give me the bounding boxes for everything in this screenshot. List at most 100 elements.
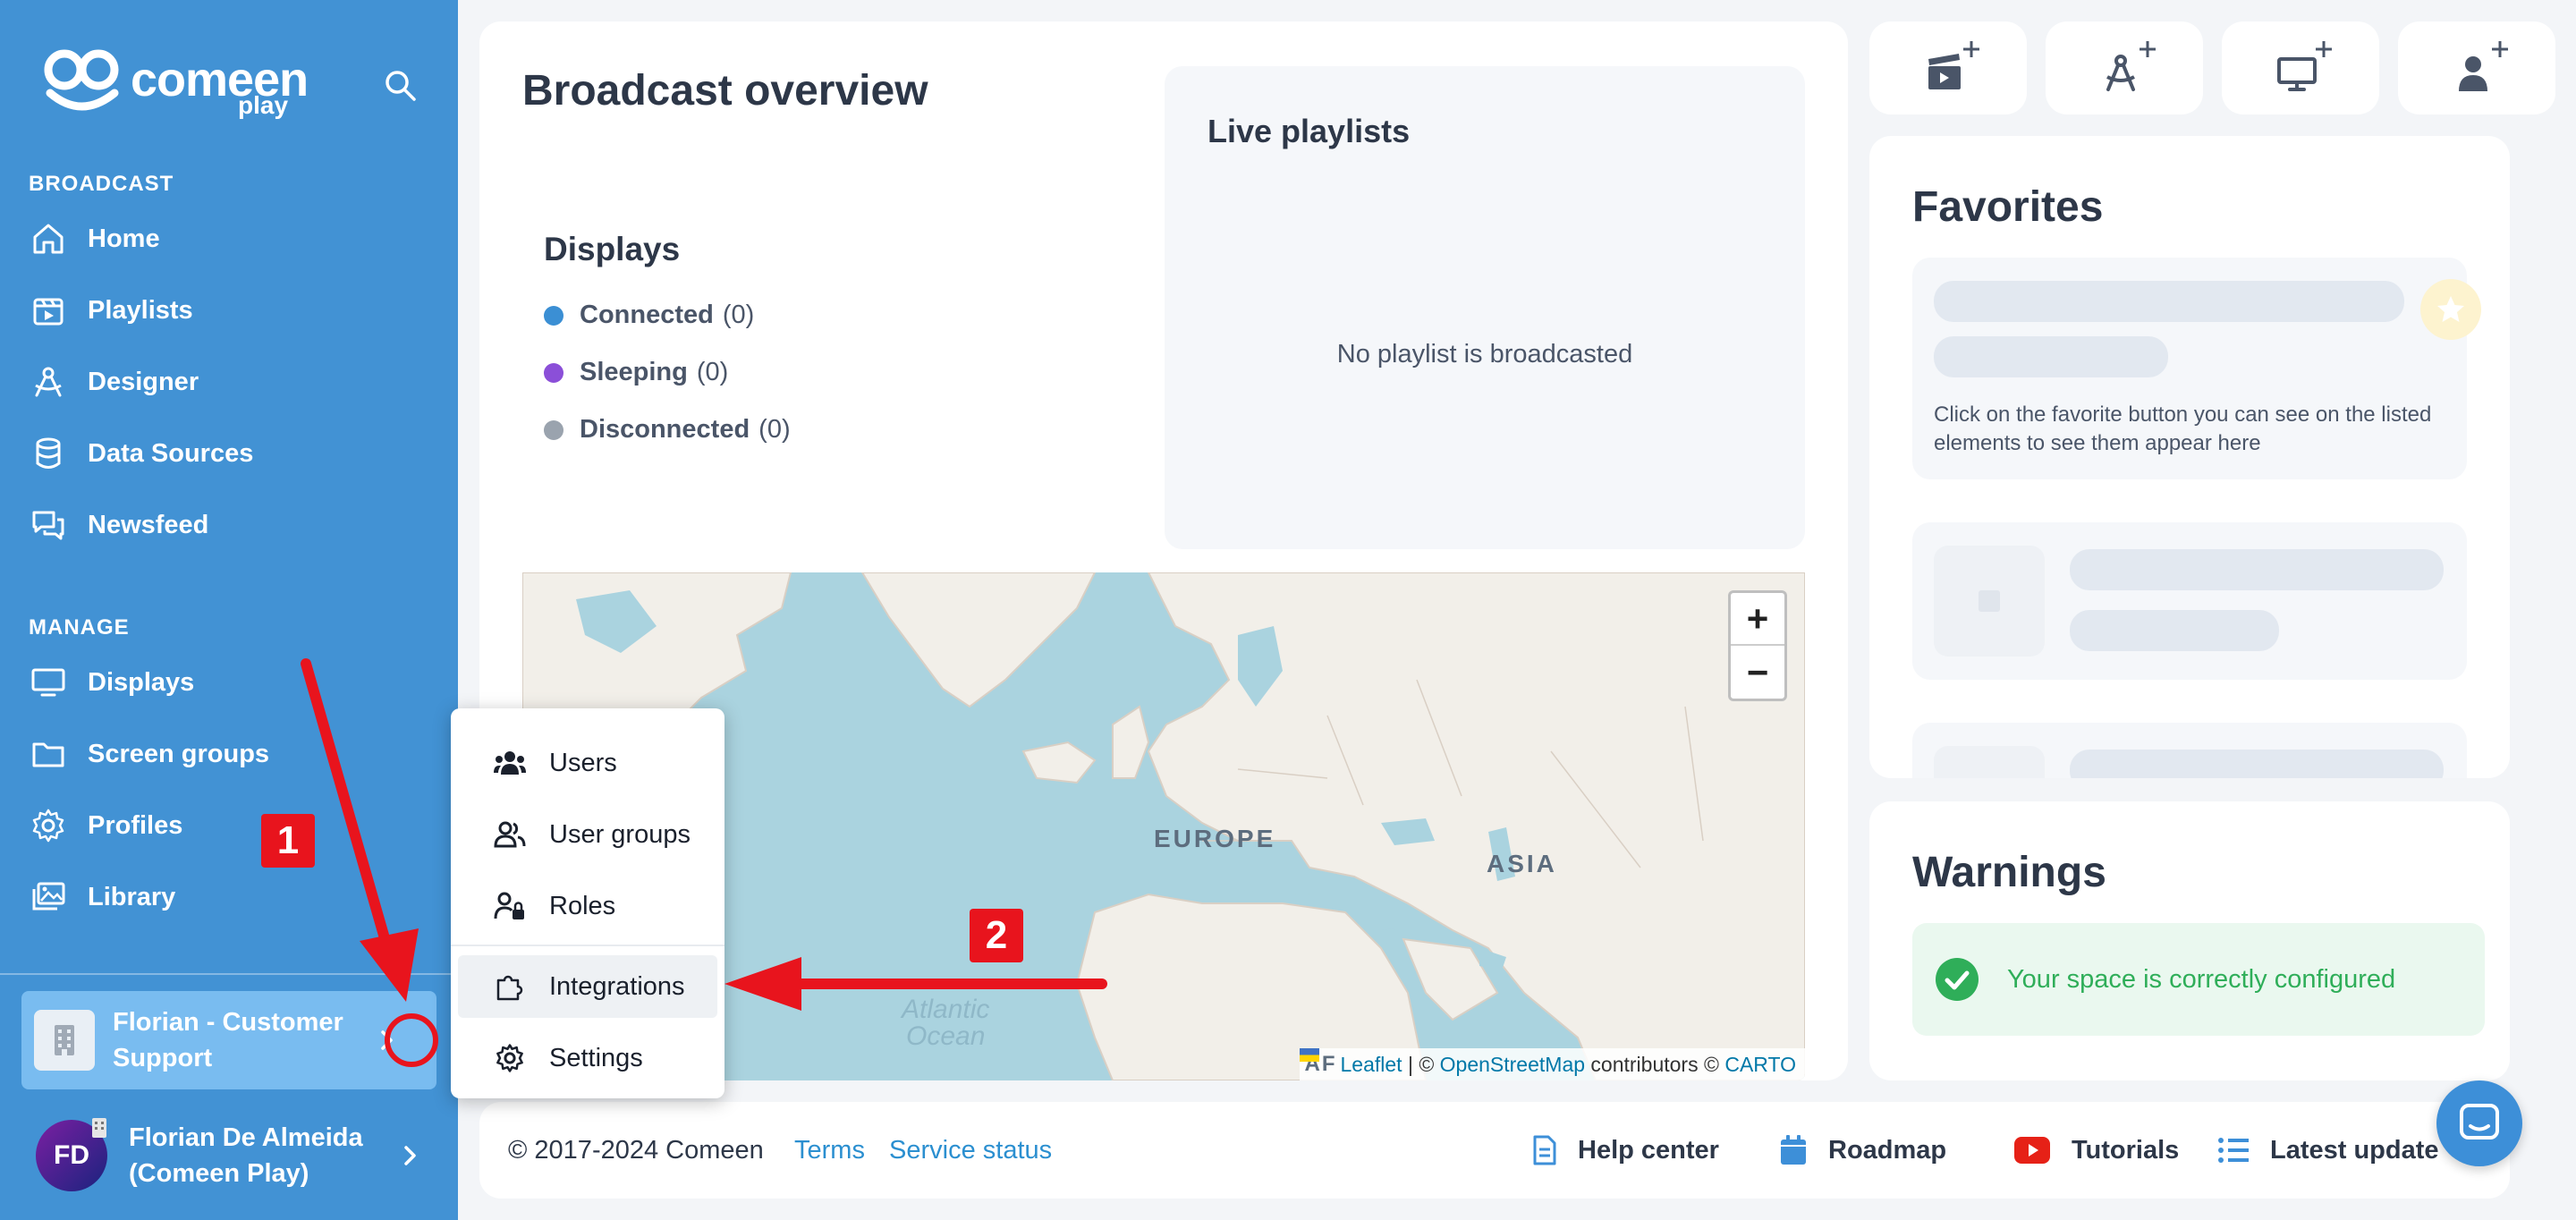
menu-item-users[interactable]: Users (458, 732, 717, 794)
document-icon (1533, 1135, 1556, 1165)
displays-title: Displays (544, 231, 681, 267)
skeleton-thumbnail (1934, 746, 2045, 778)
attribution-separator: | © (1402, 1052, 1440, 1076)
space-name: Florian - Customer Support (113, 1008, 343, 1072)
ukraine-flag-icon (1299, 1048, 1319, 1062)
menu-item-label: Settings (549, 1043, 643, 1072)
building-icon (34, 1010, 95, 1071)
help-center-link[interactable]: Help center (1533, 1127, 1719, 1173)
status-sleeping: Sleeping (0) (544, 358, 728, 387)
connected-dot-icon (544, 305, 564, 326)
user-name-line1: Florian De Almeida (129, 1123, 363, 1152)
sidebar-item-designer[interactable]: Designer (0, 351, 458, 413)
sidebar-item-playlists[interactable]: Playlists (0, 279, 458, 342)
configuration-ok-text: Your space is correctly configured (2007, 964, 2396, 994)
service-status-link[interactable]: Service status (889, 1136, 1052, 1165)
comeen-play-logo[interactable]: comeen play (43, 45, 309, 123)
chat-icon (2460, 1104, 2499, 1140)
skeleton-line (2070, 750, 2444, 778)
compass-plus-icon (2106, 41, 2156, 91)
copyright-text: © 2017-2024 Comeen (508, 1136, 764, 1165)
zoom-out-button[interactable]: − (1731, 646, 1784, 699)
roadmap-label: Roadmap (1828, 1135, 1947, 1165)
newsfeed-icon (29, 505, 68, 545)
user-menu[interactable]: FD Florian De Almeida (Comeen Play) (0, 1106, 458, 1206)
sidebar-item-label: Playlists (88, 295, 193, 325)
openstreetmap-link[interactable]: OpenStreetMap (1440, 1053, 1585, 1077)
status-label: Connected (580, 301, 714, 329)
menu-item-user-groups[interactable]: User groups (458, 803, 717, 866)
space-context-menu: Users User groups Roles Integrations Set… (451, 708, 724, 1098)
home-icon (29, 219, 68, 258)
map-zoom-control: + − (1728, 590, 1787, 701)
chevron-right-icon[interactable] (370, 1024, 402, 1056)
add-design-button[interactable] (2046, 21, 2203, 114)
latest-update-link[interactable]: Latest update (2218, 1127, 2439, 1173)
add-display-button[interactable] (2222, 21, 2379, 114)
skeleton-line (2070, 549, 2444, 590)
building-badge-icon (92, 1118, 106, 1138)
page-title: Broadcast overview (522, 67, 928, 114)
warnings-title: Warnings (1912, 849, 2106, 896)
sidebar-item-screen-groups[interactable]: Screen groups (0, 723, 458, 785)
avatar-initials: FD (54, 1140, 89, 1170)
skeleton-line (1934, 336, 2168, 377)
gear-icon (29, 806, 68, 845)
add-playlist-button[interactable] (1869, 21, 2027, 114)
sidebar-item-library[interactable]: Library (0, 866, 458, 928)
sidebar-item-home[interactable]: Home (0, 208, 458, 270)
clapperboard-plus-icon (1928, 41, 1979, 89)
attribution-text: contributors © (1585, 1052, 1725, 1076)
status-disconnected: Disconnected (0) (544, 415, 791, 445)
sidebar-item-label: Screen groups (88, 739, 270, 768)
skeleton-line (2070, 610, 2279, 651)
puzzle-icon (492, 971, 528, 1002)
footer: © 2017-2024 Comeen Terms Service status … (479, 1102, 2510, 1199)
add-user-button[interactable] (2398, 21, 2555, 114)
status-label: Disconnected (580, 415, 750, 444)
ocean-label-line1: Atlantic (902, 995, 990, 1024)
sidebar-item-displays[interactable]: Displays (0, 651, 458, 714)
user-plus-icon (2459, 41, 2508, 91)
skeleton-thumbnail (1934, 546, 2045, 657)
sidebar-item-label: Profiles (88, 810, 183, 840)
chevron-right-icon[interactable] (394, 1140, 426, 1172)
roadmap-link[interactable]: Roadmap (1780, 1127, 1946, 1173)
leaflet-link[interactable]: Leaflet (1341, 1053, 1402, 1077)
sidebar-item-newsfeed[interactable]: Newsfeed (0, 494, 458, 556)
menu-item-label: Roles (549, 891, 616, 920)
zoom-in-button[interactable]: + (1731, 593, 1784, 646)
user-lock-icon (492, 892, 528, 920)
step-1-badge: 1 (261, 814, 315, 868)
live-playlists-panel: Live playlists No playlist is broadcaste… (1165, 66, 1805, 549)
tutorials-link[interactable]: Tutorials (2014, 1127, 2179, 1173)
sleeping-dot-icon (544, 362, 564, 383)
sidebar-item-data-sources[interactable]: Data Sources (0, 422, 458, 485)
menu-separator (451, 945, 724, 946)
menu-item-settings[interactable]: Settings (458, 1027, 717, 1089)
favorites-empty-panel: Click on the favorite button you can see… (1912, 258, 2481, 479)
chat-launcher-button[interactable] (2436, 1080, 2522, 1166)
menu-item-integrations[interactable]: Integrations (458, 955, 717, 1018)
broadcast-section-title: BROADCAST (29, 172, 174, 196)
carto-link[interactable]: CARTO (1724, 1053, 1796, 1077)
space-selector[interactable]: Florian - Customer Support (21, 991, 436, 1089)
user-name: Florian De Almeida (Comeen Play) (129, 1120, 363, 1191)
map-attribution: AF Leaflet | © OpenStreetMap contributor… (1299, 1048, 1805, 1080)
status-count: (0) (758, 415, 791, 444)
logo-subtitle: play (238, 91, 289, 119)
logo-mark-icon (44, 49, 119, 111)
calendar-icon (1781, 1135, 1806, 1165)
live-playlists-title: Live playlists (1208, 113, 1411, 149)
user-group-icon (492, 821, 528, 848)
disconnected-dot-icon (544, 419, 564, 440)
favorites-title: Favorites (1912, 183, 2104, 231)
menu-item-roles[interactable]: Roles (458, 875, 717, 937)
sidebar-item-profiles[interactable]: Profiles (0, 794, 458, 857)
search-icon[interactable] (383, 68, 419, 104)
images-icon (29, 877, 68, 917)
terms-link[interactable]: Terms (794, 1136, 865, 1165)
configuration-ok-alert: Your space is correctly configured (1912, 923, 2485, 1036)
monitor-plus-icon (2277, 41, 2332, 91)
status-connected: Connected (0) (544, 301, 754, 330)
